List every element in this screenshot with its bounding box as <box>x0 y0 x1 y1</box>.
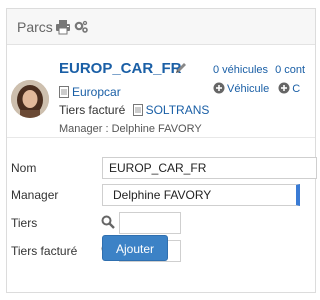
actions-row: Véhicule C <box>213 82 306 95</box>
manager-line: Manager : Delphine FAVORY <box>59 123 202 135</box>
profile-name[interactable]: EUROP_CAR_FR <box>59 60 182 77</box>
pencil-icon[interactable] <box>174 61 188 75</box>
document-icon <box>132 104 143 116</box>
counts-row: 0 véhicules 0 cont <box>213 64 309 76</box>
tiers-label: Tiers <box>11 216 38 230</box>
contracts-count-link[interactable]: 0 cont <box>275 64 305 76</box>
third-party-row: Tiers facturé SOLTRANS <box>59 103 209 117</box>
tiers-input[interactable] <box>119 212 181 234</box>
company-link[interactable]: Europcar <box>72 85 121 99</box>
plus-circle-icon <box>213 82 225 94</box>
avatar <box>11 80 49 118</box>
add-other-action[interactable]: C <box>278 82 301 95</box>
ajouter-button[interactable]: Ajouter <box>102 235 168 261</box>
manager-select[interactable]: Delphine FAVORY <box>102 184 300 206</box>
cogs-icon[interactable] <box>73 19 89 35</box>
document-icon <box>59 86 69 98</box>
search-icon[interactable] <box>101 215 115 229</box>
nom-label: Nom <box>11 161 37 175</box>
add-vehicle-action[interactable]: Véhicule <box>213 82 272 95</box>
panel-header: Parcs <box>7 9 315 45</box>
printer-icon[interactable] <box>55 19 71 35</box>
panel-title: Parcs <box>17 19 53 35</box>
add-other-label: C <box>292 83 301 95</box>
nom-input[interactable]: EUROP_CAR_FR <box>102 157 317 179</box>
tiers-facture-label: Tiers facturé <box>11 244 78 258</box>
manager-label: Manager <box>11 188 59 202</box>
add-vehicle-label: Véhicule <box>227 83 270 95</box>
edit-form: Nom EUROP_CAR_FR Manager Delphine FAVORY… <box>7 139 317 294</box>
vehicles-count-link[interactable]: 0 véhicules <box>213 64 268 76</box>
plus-circle-icon <box>278 82 290 94</box>
company-row: Europcar <box>59 85 121 99</box>
profile-section: EUROP_CAR_FR Europcar Tiers facturé SOLT… <box>7 46 315 138</box>
parcs-panel: Parcs EUROP_CAR_FR Europcar Tiers factur… <box>6 8 317 294</box>
third-party-link[interactable]: SOLTRANS <box>146 103 210 117</box>
third-party-label: Tiers facturé <box>59 103 126 117</box>
